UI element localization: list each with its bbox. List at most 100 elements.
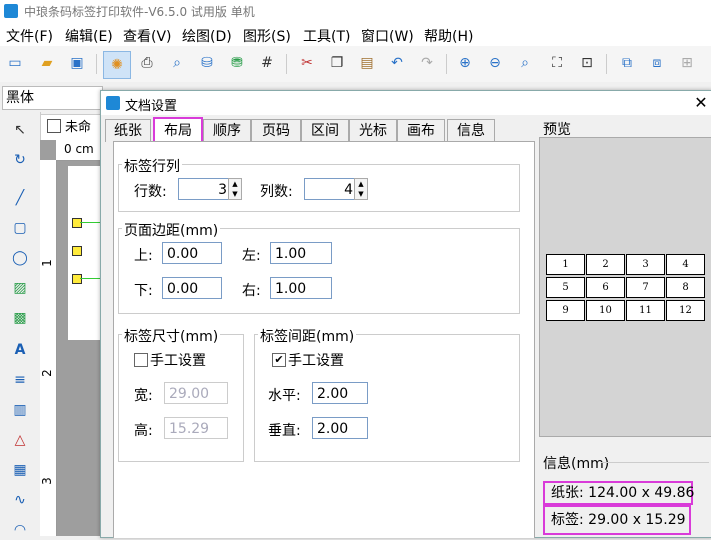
margin-left-label: 左: [242,248,261,264]
margin-bottom-input[interactable]: 0.00 [162,277,222,299]
label-width-input[interactable]: 29.00 [164,382,228,404]
fit-page-icon[interactable]: ⛶ [548,54,566,72]
preview-cell: 8 [666,277,705,298]
label-paper [68,166,102,340]
dialog-icon [106,96,120,110]
print-preview-icon[interactable]: ⌕ [168,54,186,72]
ellipse-icon[interactable]: ◯ [10,248,30,268]
menu-file[interactable]: 文件(F) [6,26,53,46]
menu-draw[interactable]: 绘图(D) [182,26,232,46]
gap-vertical-label: 垂直: [268,423,301,439]
tab-paper[interactable]: 纸张 [105,119,151,142]
grid-icon[interactable]: # [258,54,276,72]
document-tab[interactable]: 未命名 [40,114,104,161]
tab-page-number[interactable]: 页码 [251,119,301,142]
open-folder-icon[interactable]: ▰ [38,54,56,72]
line-icon[interactable]: ╱ [10,188,30,208]
toolbar: ▭ ▰ ▣ ✺ ⎙ ⌕ ⛁ ⛃ # ✂ ❐ ▤ ↶ ↷ ⊕ ⊖ ⌕ ⛶ ⊡ ⧉ … [0,46,711,83]
info-divider [601,462,709,463]
ruler-mark-3: 3 [39,477,54,485]
dialog-title-bar: 文档设置 ✕ [101,91,711,115]
save-icon[interactable]: ▣ [68,54,86,72]
shape-icon[interactable]: △ [10,430,30,450]
tab-range[interactable]: 区间 [301,119,349,142]
arc-icon[interactable]: ◠ [10,520,30,540]
pointer-icon[interactable]: ↖ [10,120,30,140]
cols-input[interactable]: 4 [304,178,358,200]
label-gap-manual-label: 手工设置 [288,353,344,369]
page-margins-title: 页面边距(mm) [122,220,221,240]
paper-size-info: 纸张: 124.00 x 49.86 [543,481,694,505]
margin-right-label: 右: [242,283,261,299]
document-icon [47,119,61,133]
redo-icon[interactable]: ↷ [418,54,436,72]
rotate-icon[interactable]: ↻ [10,150,30,170]
title-bar: 中琅条码标签打印软件-V6.5.0 试用版 单机 [0,0,711,22]
cols-stepper[interactable]: ▲ ▼ [354,178,368,200]
undo-icon[interactable]: ↶ [388,54,406,72]
cols-label: 列数: [260,184,293,200]
barcode-icon[interactable]: ▥ [10,400,30,420]
margin-right-input[interactable]: 1.00 [270,277,332,299]
ungroup-icon[interactable]: ⧈ [648,54,666,72]
rich-text-icon[interactable]: ≡ [10,370,30,390]
info-title: 信息(mm) [543,456,610,472]
close-icon[interactable]: ✕ [693,93,709,112]
app-icon [4,4,18,18]
paste-icon[interactable]: ▤ [358,54,376,72]
label-gap-manual-checkbox[interactable]: ✔ [272,353,286,367]
settings-gear-icon[interactable]: ✺ [103,51,131,79]
label-gap-title: 标签间距(mm) [258,326,357,346]
window-title: 中琅条码标签打印软件-V6.5.0 试用版 单机 [24,5,255,19]
rectangle-icon[interactable]: ▢ [10,218,30,238]
curve-icon[interactable]: ∿ [10,490,30,510]
font-select[interactable]: 黑体 [2,86,103,110]
menu-window[interactable]: 窗口(W) [361,26,414,46]
copy-icon[interactable]: ❐ [328,54,346,72]
text-icon[interactable]: A [10,340,30,360]
selection-handle[interactable] [72,246,82,256]
ruler-mark-1: 1 [39,259,54,267]
menu-help[interactable]: 帮助(H) [424,26,473,46]
ruler-left: 1 2 3 [40,160,57,536]
group-icon[interactable]: ⧉ [618,54,636,72]
rows-stepper[interactable]: ▲ ▼ [228,178,242,200]
menu-view[interactable]: 查看(V) [123,26,172,46]
database-settings-icon[interactable]: ⛃ [228,54,246,72]
menu-shape[interactable]: 图形(S) [243,26,291,46]
actual-size-icon[interactable]: ⊡ [578,54,596,72]
zoom-icon[interactable]: ⌕ [516,54,534,72]
rows-input[interactable]: 3 [178,178,232,200]
image-icon[interactable]: ▨ [10,278,30,298]
menu-edit[interactable]: 编辑(E) [65,26,113,46]
print-icon[interactable]: ⎙ [138,54,156,72]
picture-icon[interactable]: ▩ [10,308,30,328]
preview-cell: 1 [546,254,585,275]
margin-left-input[interactable]: 1.00 [270,242,332,264]
zoom-out-icon[interactable]: ⊖ [486,54,504,72]
align-icon[interactable]: ⊞ [678,54,696,72]
tab-cursor[interactable]: 光标 [349,119,397,142]
selection-handle[interactable] [72,274,82,284]
cut-icon[interactable]: ✂ [298,54,316,72]
qrcode-icon[interactable]: ▦ [10,460,30,480]
database-icon[interactable]: ⛁ [198,54,216,72]
gap-horizontal-input[interactable]: 2.00 [312,382,368,404]
preview-cell: 12 [666,300,705,321]
selection-line [80,278,102,279]
gap-vertical-input[interactable]: 2.00 [312,417,368,439]
margin-bottom-label: 下: [134,283,153,299]
menu-tools[interactable]: 工具(T) [303,26,350,46]
tab-canvas[interactable]: 画布 [397,119,445,142]
tab-order[interactable]: 顺序 [203,119,251,142]
margin-top-input[interactable]: 0.00 [162,242,222,264]
preview-cell: 11 [626,300,665,321]
label-rows-title: 标签行列 [122,156,182,176]
label-width-label: 宽: [134,388,153,404]
label-size-manual-checkbox[interactable] [134,353,148,367]
new-window-icon[interactable]: ▭ [6,54,24,72]
tab-info[interactable]: 信息 [447,119,495,142]
zoom-in-icon[interactable]: ⊕ [456,54,474,72]
selection-handle[interactable] [72,218,82,228]
label-height-input[interactable]: 15.29 [164,417,228,439]
